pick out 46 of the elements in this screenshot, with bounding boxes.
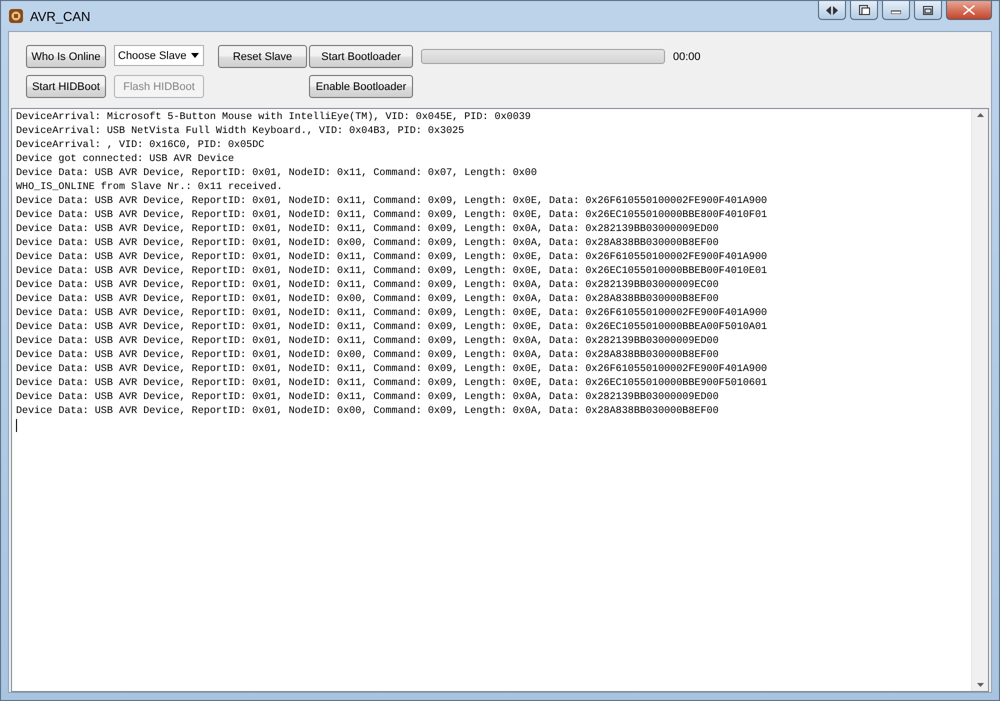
caret-icon [191,53,199,58]
text-cursor [16,419,17,432]
log-line: Device Data: USB AVR Device, ReportID: 0x01, NodeID: 0x00, Command: 0x09, Length: 0x0A, Data: 0x28A838BB030000B8EF00 [16,349,720,363]
minimize-button[interactable] [882,1,910,20]
log-line: Device got connected: USB AVR Device [16,153,236,167]
log-line: Device Data: USB AVR Device, ReportID: 0x01, NodeID: 0x11, Command: 0x09, Length: 0x0E, Data: 0x26EC1055010000BBE900F5010601 [16,377,768,391]
close-icon [963,5,975,15]
log-line: DeviceArrival: , VID: 0x16C0, PID: 0x05DC [16,139,266,153]
log-output[interactable] [11,108,989,692]
log-line: Device Data: USB AVR Device, ReportID: 0x01, NodeID: 0x11, Command: 0x09, Length: 0x0E, Data: 0x26F610550100002FE900F401A900 [16,195,768,209]
close-button[interactable] [946,1,992,20]
log-line: Device Data: USB AVR Device, ReportID: 0x01, NodeID: 0x11, Command: 0x07, Length: 0x00 [16,167,538,181]
log-line: Device Data: USB AVR Device, ReportID: 0x01, NodeID: 0x11, Command: 0x09, Length: 0x0E, Data: 0x26F610550100002FE900F401A900 [16,307,768,321]
scroll-up-icon[interactable] [976,113,984,117]
start-bootloader-button[interactable]: Start Bootloader [309,45,413,68]
maximize-button[interactable] [914,1,942,20]
log-line: Device Data: USB AVR Device, ReportID: 0x01, NodeID: 0x11, Command: 0x09, Length: 0x0E, Data: 0x26EC1055010000BBEA00F5010A01 [16,321,768,335]
log-line: Device Data: USB AVR Device, ReportID: 0x01, NodeID: 0x11, Command: 0x09, Length: 0x0E, Data: 0x26EC1055010000BBEB00F4010E01 [16,265,768,279]
log-line: Device Data: USB AVR Device, ReportID: 0x01, NodeID: 0x11, Command: 0x09, Length: 0x0E, Data: 0x26EC1055010000BBE800F4010F01 [16,209,768,223]
log-line: Device Data: USB AVR Device, ReportID: 0x01, NodeID: 0x11, Command: 0x09, Length: 0x0E, Data: 0x26F610550100002FE900F401A900 [16,251,768,265]
pages-icon [858,5,870,15]
window-title: AVR_CAN [30,8,92,24]
log-line: Device Data: USB AVR Device, ReportID: 0x01, NodeID: 0x00, Command: 0x09, Length: 0x0A, Data: 0x28A838BB030000B8EF00 [16,405,720,419]
log-line: Device Data: USB AVR Device, ReportID: 0x01, NodeID: 0x11, Command: 0x09, Length: 0x0E, Data: 0x26F610550100002FE900F401A900 [16,363,768,377]
log-line: DeviceArrival: USB NetVista Full Width Keyboard., VID: 0x04B3, PID: 0x3025 [16,125,466,139]
log-line: Device Data: USB AVR Device, ReportID: 0x01, NodeID: 0x11, Command: 0x09, Length: 0x0A, Data: 0x282139BB03000009ED00 [16,223,720,237]
pages-button[interactable] [850,1,878,20]
log-line: Device Data: USB AVR Device, ReportID: 0x01, NodeID: 0x11, Command: 0x09, Length: 0x0A, Data: 0x282139BB03000009ED00 [16,391,720,405]
app-icon [8,8,24,24]
slave-dropdown[interactable]: Choose Slave [114,45,204,66]
elapsed-time: 00:00 [673,50,702,62]
scroll-down-icon[interactable] [976,683,984,687]
log-line: Device Data: USB AVR Device, ReportID: 0x01, NodeID: 0x11, Command: 0x09, Length: 0x0A, Data: 0x282139BB03000009ED00 [16,335,720,349]
log-line: Device Data: USB AVR Device, ReportID: 0x01, NodeID: 0x00, Command: 0x09, Length: 0x0A, Data: 0x28A838BB030000B8EF00 [16,293,720,307]
log-line: Device Data: USB AVR Device, ReportID: 0x01, NodeID: 0x00, Command: 0x09, Length: 0x0A, Data: 0x28A838BB030000B8EF00 [16,237,720,251]
reset-slave-button[interactable]: Reset Slave [218,45,307,68]
log-line: Device Data: USB AVR Device, ReportID: 0x01, NodeID: 0x11, Command: 0x09, Length: 0x0A, Data: 0x282139BB03000009EC00 [16,279,720,293]
log-line: DeviceArrival: Microsoft 5-Button Mouse with IntelliEye(TM), VID: 0x045E, PID: 0x0039 [16,111,532,125]
start-hidboot-button[interactable]: Start HIDBoot [26,75,106,98]
log-line: WHO_IS_ONLINE from Slave Nr.: 0x11 received. [16,181,284,195]
arrows-icon [826,6,838,14]
who-is-online-button[interactable]: Who Is Online [26,45,106,68]
enable-bootloader-button[interactable]: Enable Bootloader [309,75,413,98]
scrollbar[interactable] [971,109,988,691]
arrows-button[interactable] [818,1,846,20]
maximize-icon [923,6,933,14]
